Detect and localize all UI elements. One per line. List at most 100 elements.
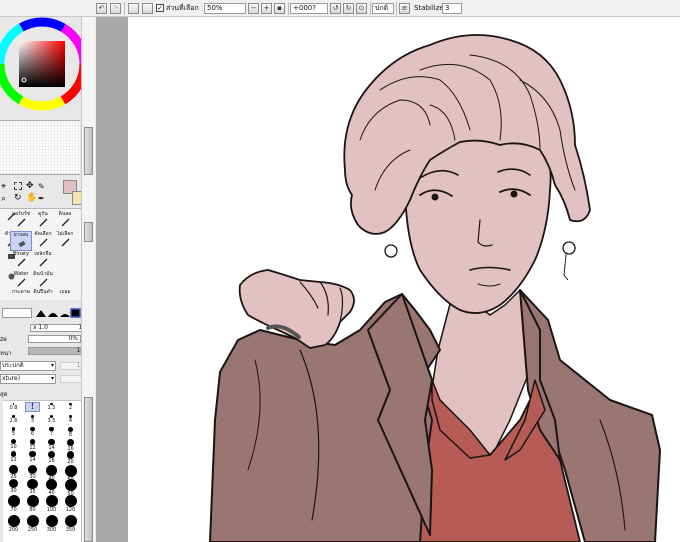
undo-button[interactable]: ↶ xyxy=(96,3,107,14)
scrollbar-thumb-2[interactable] xyxy=(84,222,93,242)
brush-size-cell[interactable]: 80 xyxy=(26,495,39,513)
brush-size-cell[interactable]: 8 xyxy=(64,427,77,438)
brush-size-dot xyxy=(27,465,38,475)
rotate-left-button[interactable]: ↺ xyxy=(330,3,341,14)
min-size-slider[interactable]: 0% xyxy=(28,335,81,343)
scratchpad-area[interactable] xyxy=(0,120,80,175)
zoom-out-button[interactable]: − xyxy=(248,3,259,14)
rotate-icon[interactable]: ↻ xyxy=(14,193,22,203)
move-icon[interactable]: ✥ xyxy=(26,181,34,191)
brush-pen[interactable]: ดูกัน xyxy=(32,211,54,231)
selection-checkbox[interactable]: ✓ xyxy=(156,4,164,12)
brush-size-cell[interactable]: 350 xyxy=(64,515,77,533)
brush-size-cell[interactable]: 3.5 xyxy=(45,415,58,424)
top-toolbar: ↶ ↷ ✓ ส่วนที่เลือก 50% − + ▪ +000? ↺ ↻ ⊙… xyxy=(0,0,680,17)
brush-size-grid: 0.8 1 1.5 2 2.6 3 3.5 4 5 6 7 8 10 12 14 16 12 14 16 20 25 30… xyxy=(3,400,81,542)
scrollbar-thumb-3[interactable] xyxy=(84,397,93,542)
brush-shape-dropdown[interactable] xyxy=(2,308,32,318)
scrollbar-thumb-1[interactable] xyxy=(84,127,93,175)
size-header: สุด xyxy=(0,391,8,398)
rotate-reset-button[interactable]: ⊙ xyxy=(356,3,367,14)
brush-size-cell[interactable]: 35 xyxy=(26,479,39,495)
brush-size-label: 0.8 xyxy=(9,404,18,411)
brush-size-label: 16 xyxy=(48,457,55,464)
brush-size-cell[interactable]: 100 xyxy=(45,495,58,513)
brush-shape-icons[interactable] xyxy=(35,308,81,318)
brush-select[interactable]: ตัดเลือก xyxy=(32,231,54,251)
brush-size-cell[interactable]: 7 xyxy=(45,427,58,437)
brush-airbrush[interactable]: แอร์บรัช xyxy=(10,211,32,231)
brush-size-cell[interactable]: 0.8 xyxy=(7,403,20,411)
drawing-canvas[interactable] xyxy=(128,17,680,542)
brush-size-cell[interactable]: 200 xyxy=(7,515,20,533)
brush-size-cell[interactable]: 300 xyxy=(45,515,58,533)
brush-size-cell[interactable]: 30 xyxy=(7,479,20,494)
paint-tool-sai-window: ⌖ ✥ ✎ ⌕ ↻ ✋ ✒ แอร์บรัช ดูกัน ดินสอ ตัวลบ… xyxy=(0,0,680,542)
eyedropper-icon[interactable]: ✎ xyxy=(38,182,45,191)
deselect-button[interactable] xyxy=(128,3,139,14)
brush-row5-2[interactable]: ดินปืนดำ xyxy=(32,289,54,301)
hand-icon[interactable]: ✋ xyxy=(26,193,37,203)
rotate-right-button[interactable]: ↻ xyxy=(343,3,354,14)
brush-size-cell[interactable]: 16 xyxy=(45,451,58,464)
brush-size-cell[interactable]: 10 xyxy=(7,439,20,450)
brush-size-cell[interactable]: 6 xyxy=(26,427,39,437)
density-label: หนา xyxy=(0,350,12,357)
zoom-in-button[interactable]: + xyxy=(261,3,272,14)
brush-size-cell[interactable]: 2.6 xyxy=(7,415,20,424)
brush-size-label: 6 xyxy=(30,431,35,438)
brush-deselect[interactable]: ไม่เลือก xyxy=(54,231,76,251)
zoom-icon[interactable]: ⌕ xyxy=(1,194,6,204)
brush-water[interactable]: Water xyxy=(10,271,32,291)
picker-icon[interactable]: ✒ xyxy=(38,194,45,203)
brush-size-cell[interactable]: 20 xyxy=(64,451,77,465)
brush-size-label: 3 xyxy=(30,417,35,424)
brush-size-cell[interactable]: 12 xyxy=(26,439,39,451)
brush-size-cell[interactable]: 3 xyxy=(26,415,39,424)
brush-size-label: 20 xyxy=(67,458,74,465)
brush-pencil[interactable]: ดินสอ xyxy=(54,211,76,231)
brush-size-cell[interactable]: 250 xyxy=(26,515,39,533)
stabilize-select[interactable]: 3 xyxy=(442,3,462,14)
brush-size-cell[interactable]: 1 xyxy=(25,402,40,412)
marquee-icon[interactable] xyxy=(14,182,22,190)
brush-size-label: 300 xyxy=(46,527,57,533)
brush-size-cell[interactable]: 30 xyxy=(26,465,39,480)
brush-size-cell[interactable]: 12 xyxy=(7,451,20,463)
texture-select[interactable]: xture) ▾ xyxy=(0,374,56,384)
flip-button[interactable]: ≡ xyxy=(399,3,410,14)
brush-size-cell[interactable]: 2 xyxy=(64,403,77,411)
brush-size-label: 350 xyxy=(65,527,76,533)
brush-size-cell[interactable]: 70 xyxy=(7,495,20,513)
brush-size-cell[interactable]: 40 xyxy=(45,479,58,496)
color-wheel[interactable] xyxy=(0,14,92,112)
brush-size-cell[interactable]: 120 xyxy=(64,495,77,513)
blend-mode-select[interactable]: ประปกติ ▾ xyxy=(0,361,56,371)
brush-size-cell[interactable]: 14 xyxy=(26,451,39,463)
brush-size-dot xyxy=(26,515,39,527)
redo-button[interactable]: ↷ xyxy=(110,3,121,14)
rotation-field[interactable]: +000? xyxy=(290,3,328,14)
brush-blur[interactable]: เบลอ xyxy=(54,289,76,301)
brush-size-cell[interactable]: 4 xyxy=(64,415,77,424)
brush-row3-2[interactable]: เหล็กจืม xyxy=(32,251,54,271)
zoom-field[interactable]: 50% xyxy=(204,3,246,14)
brush-size-label: 100 xyxy=(46,507,57,513)
brush-eraser-selected[interactable]: ยางลบ xyxy=(10,231,32,251)
brush-size-label: 2.6 xyxy=(9,417,18,424)
select-lasso-icon[interactable]: ⌖ xyxy=(1,182,6,192)
left-panel-scrollbar[interactable] xyxy=(81,17,95,542)
brush-binary[interactable]: Binary xyxy=(10,251,32,271)
zoom-reset-button[interactable]: ▪ xyxy=(274,3,285,14)
brush-paper[interactable]: กระดาษ xyxy=(10,289,32,301)
brush-row4-2[interactable]: ดินน้ำมัน xyxy=(32,271,54,291)
brush-size-cell[interactable]: 1.5 xyxy=(45,403,58,411)
min-size-label: ze xyxy=(0,336,7,343)
brush-size-cell[interactable]: 5 xyxy=(7,427,20,437)
selection-checkbox-label: ส่วนที่เลือก xyxy=(166,4,199,12)
brush-size-cell[interactable]: 16 xyxy=(64,439,77,452)
blend-mode-field[interactable]: ปกติ xyxy=(372,3,394,14)
invert-selection-button[interactable] xyxy=(142,3,153,14)
brush-size-cell[interactable]: 25 xyxy=(7,465,20,480)
brush-size-cell[interactable]: 14 xyxy=(45,439,58,451)
